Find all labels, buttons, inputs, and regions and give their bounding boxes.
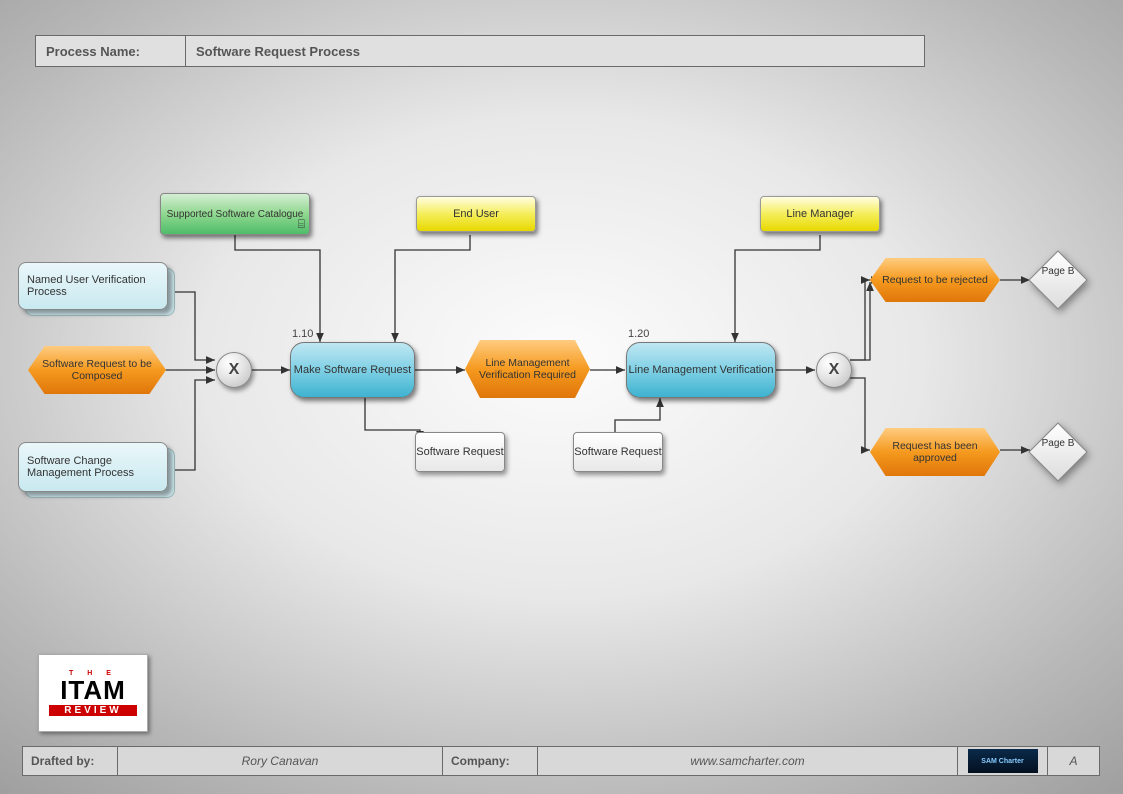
page-b-1-label: Page B — [1028, 266, 1088, 278]
node-line-manager: Line Manager — [760, 196, 880, 232]
page-b-2-label: Page B — [1028, 438, 1088, 450]
logo-bot: REVIEW — [49, 705, 137, 716]
node-named-user: Named User Verification Process — [18, 262, 168, 310]
node-lm-verif: Line Management Verification — [626, 342, 776, 398]
sam-charter-logo: SAM Charter — [968, 749, 1038, 773]
db-icon: ⌸ — [298, 217, 305, 232]
footer-bar: Drafted by: Rory Canavan Company: www.sa… — [22, 746, 1100, 776]
footer-sam-logo-cell: SAM Charter — [958, 747, 1048, 775]
footer-company-value: www.samcharter.com — [538, 747, 958, 775]
diagram-canvas: Supported Software Catalogue ⌸ End User … — [0, 0, 1123, 794]
node-page-b-1: Page B — [1028, 250, 1088, 310]
node-req-compose: Software Request to be Composed — [28, 346, 166, 394]
node-catalogue: Supported Software Catalogue ⌸ — [160, 193, 310, 235]
node-sw-request-2: Software Request — [573, 432, 663, 472]
node-req-approved: Request has been approved — [870, 428, 1000, 476]
logo-mid: ITAM — [60, 677, 126, 703]
node-req-rejected: Request to be rejected — [870, 258, 1000, 302]
node-lm-verif-req-label: Line Management Verification Required — [465, 357, 590, 381]
node-make-request: Make Software Request — [290, 342, 415, 398]
itam-review-logo: T H E ITAM REVIEW — [38, 654, 148, 732]
footer-drafted-label: Drafted by: — [23, 747, 118, 775]
node-sw-request-1: Software Request — [415, 432, 505, 472]
node-page-b-2: Page B — [1028, 422, 1088, 482]
node-lm-verif-req: Line Management Verification Required — [465, 340, 590, 398]
footer-drafted-value: Rory Canavan — [118, 747, 443, 775]
gateway-1: X — [216, 352, 252, 388]
footer-page-id: A — [1048, 747, 1099, 775]
gateway-2: X — [816, 352, 852, 388]
node-end-user: End User — [416, 196, 536, 232]
node-sw-change: Software Change Management Process — [18, 442, 168, 492]
step-number-2: 1.20 — [628, 328, 649, 340]
footer-company-label: Company: — [443, 747, 538, 775]
step-number-1: 1.10 — [292, 328, 313, 340]
node-catalogue-label: Supported Software Catalogue — [167, 209, 304, 220]
